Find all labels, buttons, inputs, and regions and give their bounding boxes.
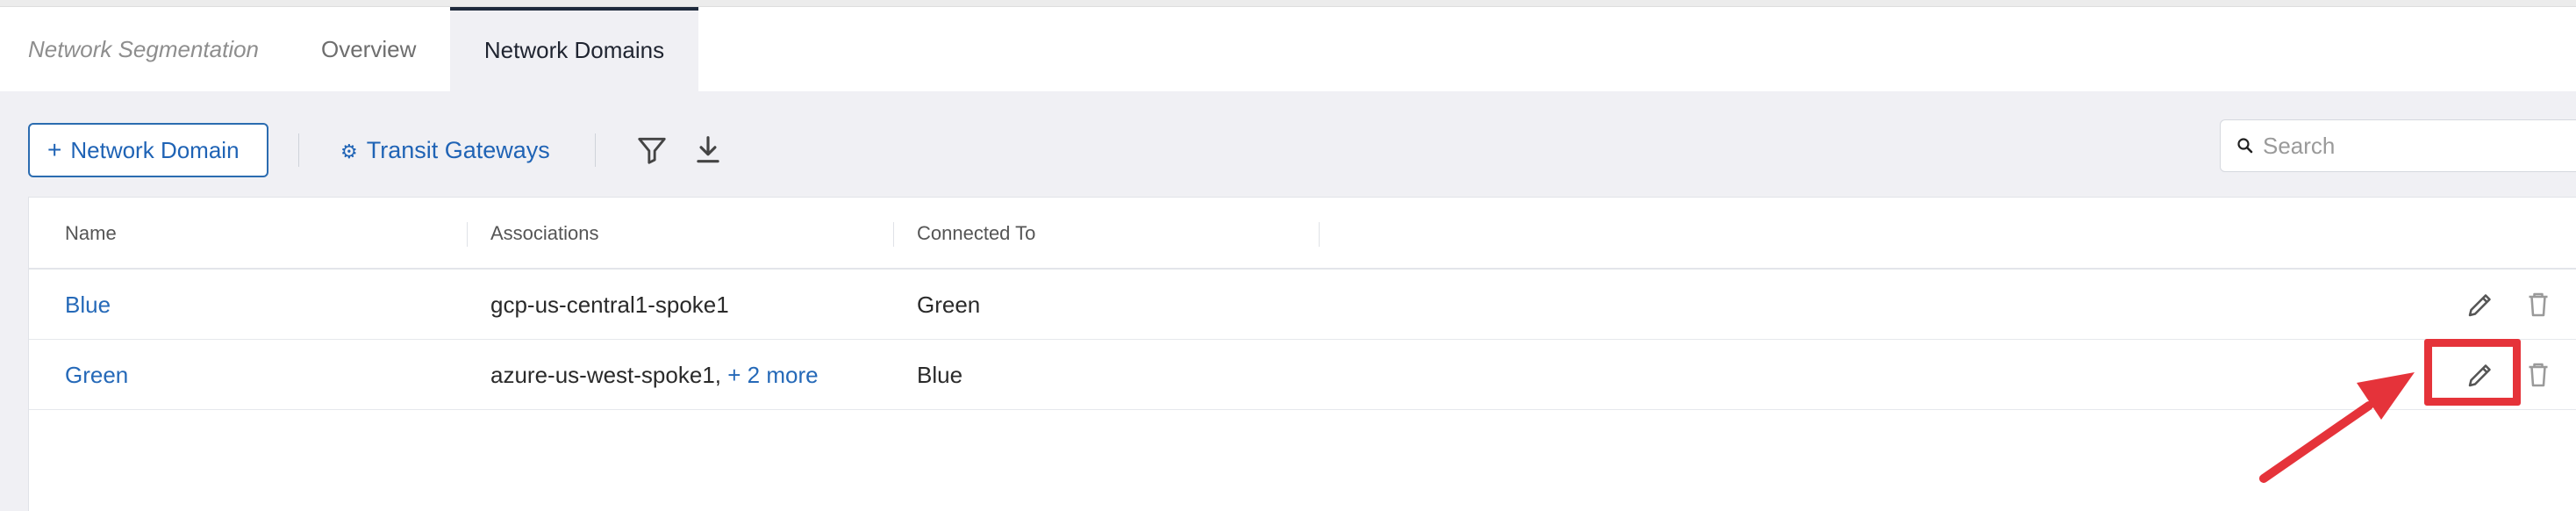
annotation-arrow-icon (2259, 372, 2415, 483)
